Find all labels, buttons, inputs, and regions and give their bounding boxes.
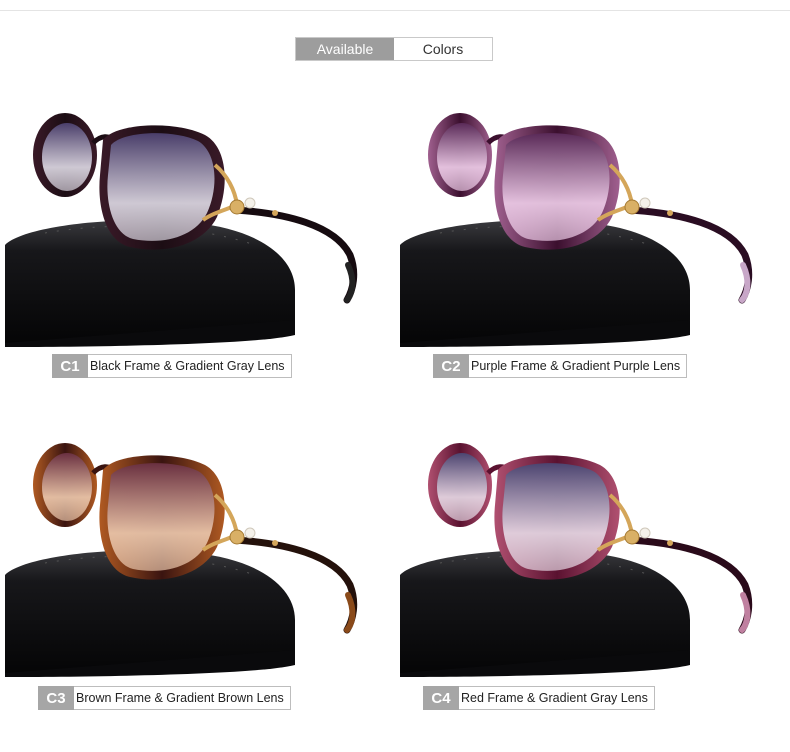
top-divider	[0, 10, 790, 11]
variant-code-badge: C1	[52, 354, 88, 378]
variant-description: Red Frame & Gradient Gray Lens	[459, 686, 655, 710]
sunglasses-illustration	[5, 113, 358, 347]
variant-caption-c3: C3 Brown Frame & Gradient Brown Lens	[38, 686, 291, 710]
variant-description: Black Frame & Gradient Gray Lens	[88, 354, 292, 378]
variant-code-badge: C2	[433, 354, 469, 378]
variant-code-badge: C4	[423, 686, 459, 710]
pearl-accent	[639, 197, 651, 209]
tab-available[interactable]: Available	[296, 38, 394, 60]
product-image-c3	[5, 425, 375, 685]
sunglasses-illustration	[5, 443, 358, 677]
variant-description: Brown Frame & Gradient Brown Lens	[74, 686, 291, 710]
pearl-accent	[244, 197, 256, 209]
variant-caption-c1: C1 Black Frame & Gradient Gray Lens	[52, 354, 292, 378]
sunglasses-illustration	[400, 113, 753, 347]
sunglasses-illustration	[400, 443, 753, 677]
pearl-accent	[244, 527, 256, 539]
tab-colors[interactable]: Colors	[394, 38, 492, 60]
product-image-c4	[400, 425, 770, 685]
product-image-c2	[400, 95, 770, 355]
product-image-c1	[5, 95, 375, 355]
variant-code-badge: C3	[38, 686, 74, 710]
variant-description: Purple Frame & Gradient Purple Lens	[469, 354, 688, 378]
pearl-accent	[639, 527, 651, 539]
variant-caption-c2: C2 Purple Frame & Gradient Purple Lens	[433, 354, 688, 378]
variant-caption-c4: C4 Red Frame & Gradient Gray Lens	[423, 686, 655, 710]
tab-bar: Available Colors	[295, 37, 493, 61]
